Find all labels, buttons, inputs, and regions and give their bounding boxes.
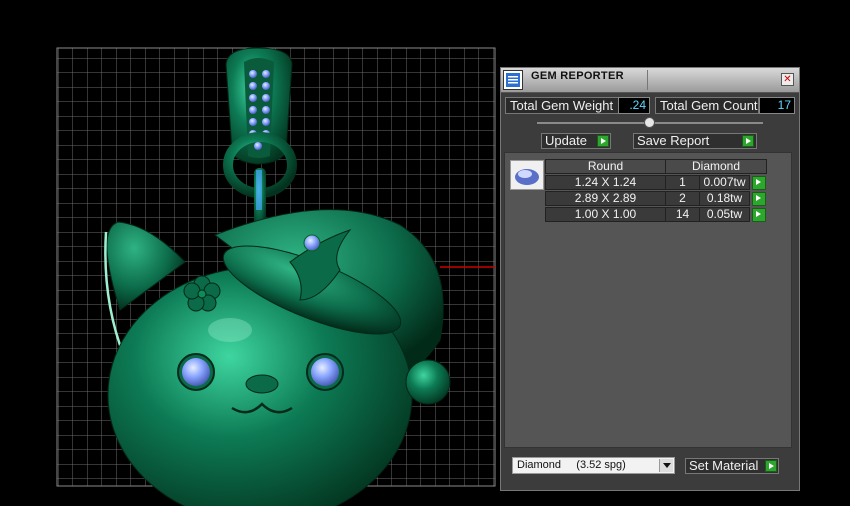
- header-shape: Round: [545, 159, 666, 174]
- set-material-label: Set Material: [689, 458, 759, 473]
- row-count: 2: [665, 191, 700, 206]
- close-icon[interactable]: ✕: [781, 73, 794, 86]
- total-gem-weight-label: Total Gem Weight: [505, 97, 621, 114]
- gem-thumbnail-icon[interactable]: [510, 160, 544, 190]
- save-report-button[interactable]: Save Report: [633, 133, 757, 149]
- total-gem-count-value: 17: [759, 97, 795, 114]
- row-weight: 0.18tw: [699, 191, 750, 206]
- material-select[interactable]: Diamond (3.52 spg): [512, 457, 675, 474]
- play-arrow-icon: [597, 135, 609, 147]
- header-material: Diamond: [665, 159, 767, 174]
- play-arrow-icon: [742, 135, 754, 147]
- row-count: 14: [665, 207, 700, 222]
- row-size: 1.24 X 1.24: [545, 175, 666, 190]
- row-select-icon[interactable]: [752, 208, 766, 222]
- set-material-button[interactable]: Set Material: [685, 458, 779, 474]
- row-select-icon[interactable]: [752, 192, 766, 206]
- row-size: 1.00 X 1.00: [545, 207, 666, 222]
- row-count: 1: [665, 175, 700, 190]
- total-gem-weight-value: .24: [618, 97, 650, 114]
- save-report-label: Save Report: [637, 133, 710, 148]
- update-button[interactable]: Update: [541, 133, 611, 149]
- title-bar[interactable]: GEM REPORTER ✕: [501, 68, 799, 93]
- gem-reporter-icon: [503, 70, 523, 90]
- play-arrow-icon: [765, 460, 777, 472]
- row-weight: 0.05tw: [699, 207, 750, 222]
- material-select-value: Diamond (3.52 spg): [517, 459, 626, 471]
- update-label: Update: [545, 133, 587, 148]
- total-gem-count-label: Total Gem Count: [655, 97, 759, 114]
- row-weight: 0.007tw: [699, 175, 750, 190]
- row-size: 2.89 X 2.89: [545, 191, 666, 206]
- dropdown-arrow-icon[interactable]: [659, 459, 673, 472]
- title-separator: [647, 70, 648, 90]
- panel-title: GEM REPORTER: [531, 70, 624, 82]
- slider-handle[interactable]: [644, 117, 655, 128]
- row-select-icon[interactable]: [752, 176, 766, 190]
